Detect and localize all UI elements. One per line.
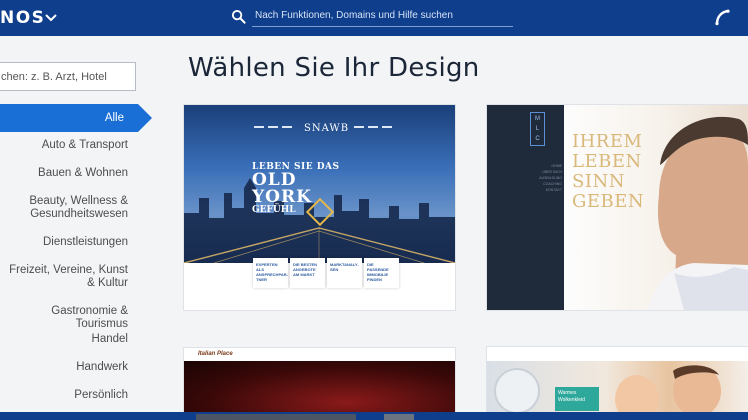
category-bauen-wohnen[interactable]: Bauen & Wohnen bbox=[0, 167, 128, 180]
template-headline-big: OLD YORK bbox=[252, 170, 312, 207]
template-feature-box: MARKTANALY­SEN bbox=[327, 258, 362, 288]
page-title: Wählen Sie Ihr Design bbox=[188, 53, 480, 83]
template-header: Italian Place bbox=[184, 348, 455, 361]
phone-icon[interactable] bbox=[713, 8, 731, 26]
category-auto-transport[interactable]: Auto & Transport bbox=[0, 139, 128, 152]
template-quote: IHREM LEBEN SINN GEBEN bbox=[572, 131, 645, 212]
category-persoenlich[interactable]: Persönlich bbox=[0, 389, 128, 402]
category-handel[interactable]: Handel bbox=[0, 333, 128, 346]
template-header bbox=[487, 347, 748, 361]
template-card[interactable]: MLC HOME ÜBER MICH AUSBILDUNG COACHING K… bbox=[487, 105, 748, 310]
brand-name[interactable]: NOS bbox=[0, 8, 45, 28]
chevron-down-icon[interactable] bbox=[44, 11, 58, 25]
scrollbar[interactable] bbox=[196, 414, 356, 420]
template-card[interactable]: Italian Place bbox=[184, 348, 455, 420]
template-feature-box: DIE PASSENDE IMMOBILIE FINDEN bbox=[364, 258, 399, 288]
template-preview-image: SNAWB LEBEN SIE DAS OLD YORK GEFÜHL bbox=[184, 105, 455, 263]
category-handwerk[interactable]: Handwerk bbox=[0, 361, 128, 374]
category-sidebar: Alle Auto & Transport Bauen & Wohnen Bea… bbox=[0, 36, 165, 420]
scrollbar-thumb[interactable] bbox=[384, 414, 414, 420]
category-beauty-wellness[interactable]: Beauty, Wellness & Gesundheitswesen bbox=[0, 195, 128, 221]
template-feature-box: DIE BESTEN ANGEBOTE AM MARKT bbox=[290, 258, 325, 288]
category-freizeit[interactable]: Freizeit, Vereine, Kunst & Kultur bbox=[0, 264, 128, 290]
template-headline-sub: GEFÜHL bbox=[252, 205, 296, 215]
template-badge: Warmes Wolkenkleid bbox=[555, 387, 599, 411]
template-sidebar-panel: MLC HOME ÜBER MICH AUSBILDUNG COACHING K… bbox=[487, 105, 564, 310]
bottom-bar bbox=[0, 412, 748, 420]
template-menu: HOME ÜBER MICH AUSBILDUNG COACHING KONTA… bbox=[539, 164, 562, 192]
top-bar: NOS bbox=[0, 0, 748, 36]
template-logo: SNAWB bbox=[304, 123, 350, 134]
search-input[interactable] bbox=[252, 5, 513, 27]
category-gastronomie[interactable]: Gastronomie & Tourismus bbox=[0, 305, 128, 331]
category-filter-input[interactable] bbox=[0, 62, 136, 91]
search-icon[interactable] bbox=[231, 9, 246, 24]
category-all[interactable]: Alle bbox=[0, 104, 152, 132]
template-logo: Italian Place bbox=[198, 351, 233, 357]
template-feature-box: EXPERTEN ALS ANSPRECHPAR­TNER bbox=[253, 258, 288, 288]
template-card[interactable]: SNAWB LEBEN SIE DAS OLD YORK GEFÜHL EXPE… bbox=[184, 105, 455, 310]
category-dienstleistungen[interactable]: Dienstleistungen bbox=[0, 236, 128, 249]
template-logo: MLC bbox=[530, 112, 545, 146]
template-card[interactable]: Warmes Wolkenkleid bbox=[487, 347, 748, 420]
